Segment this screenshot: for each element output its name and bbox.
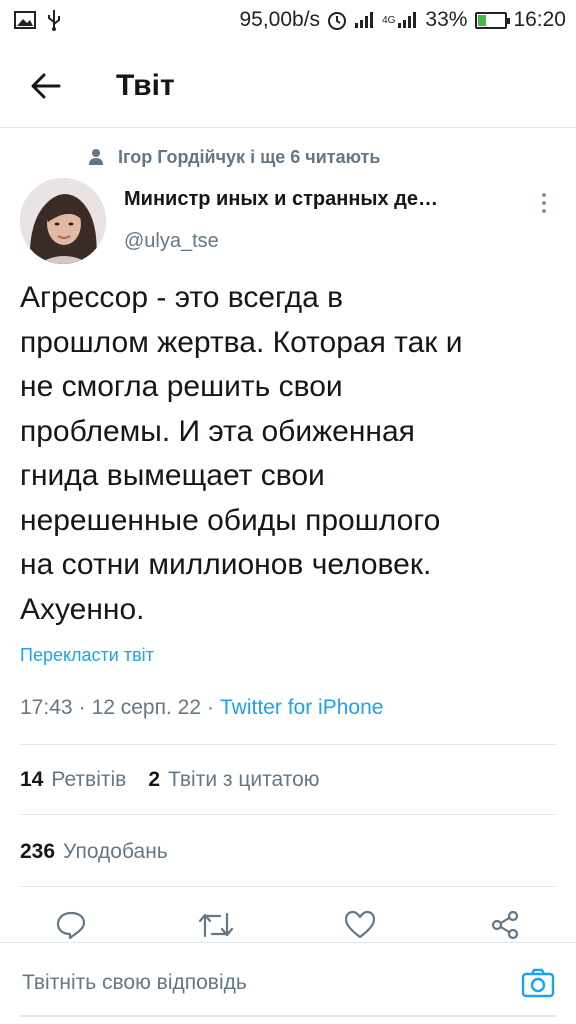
divider (20, 814, 556, 815)
engagement-stats: 14 Ретвітів 2 Твіти з цитатою (20, 768, 320, 792)
share-icon (491, 910, 519, 940)
divider (20, 886, 556, 887)
author-handle[interactable]: @ulya_tse (124, 230, 219, 253)
divider (20, 744, 556, 745)
battery-icon (475, 11, 511, 29)
network-type: 4G (382, 14, 396, 26)
battery-percent: 33% (425, 8, 468, 31)
app-header: Твіт (0, 44, 576, 128)
usb-icon (48, 10, 60, 31)
page-title: Твіт (116, 68, 175, 102)
tweet-source-link[interactable]: Twitter for iPhone (220, 696, 383, 720)
signal-icon (355, 12, 374, 28)
quotes-stat[interactable]: 2 Твіти з цитатою (148, 768, 319, 792)
alarm-icon (328, 12, 347, 30)
like-button[interactable] (340, 905, 380, 945)
network-speed: 95,00b/s (239, 8, 321, 31)
more-dot-icon (542, 193, 546, 197)
reply-button[interactable] (51, 905, 91, 945)
meta-separator: · (207, 696, 215, 719)
arrow-left-icon (31, 73, 61, 98)
tweet-date: 12 серп. 22 (91, 696, 202, 719)
camera-icon (521, 968, 555, 998)
reply-input[interactable]: Твітніть свою відповідь (22, 971, 247, 995)
retweets-count: 14 (20, 768, 44, 791)
person-icon (89, 149, 103, 165)
status-bar: 95,00b/s 4G 33% 16:20 (0, 0, 576, 40)
meta-separator: · (78, 696, 86, 719)
likes-label: Уподобань (63, 840, 168, 863)
avatar[interactable] (20, 178, 106, 264)
likes-stat[interactable]: 236 Уподобань (20, 840, 168, 864)
signal-icon-2 (398, 12, 417, 28)
image-notification-icon (14, 11, 36, 29)
clock: 16:20 (513, 8, 566, 31)
status-bar-left (14, 9, 62, 31)
reply-icon (56, 911, 86, 940)
tweet-text: Агрессор - это всегда в прошлом жертва. … (20, 281, 463, 626)
back-button[interactable] (16, 56, 76, 116)
retweet-icon (198, 912, 234, 938)
retweets-stat[interactable]: 14 Ретвітів (20, 768, 126, 792)
more-options-button[interactable] (530, 188, 558, 218)
tweet-time: 17:43 (20, 696, 73, 719)
quotes-label: Твіти з цитатою (168, 768, 320, 791)
translate-tweet-link[interactable]: Перекласти твіт (20, 645, 154, 666)
avatar-image (20, 178, 106, 264)
reply-underline (20, 1015, 556, 1017)
social-context-label: Ігор Гордійчук і ще 6 читають (118, 146, 381, 167)
more-dot-icon (542, 201, 546, 205)
reply-bar: Твітніть свою відповідь (0, 942, 576, 1024)
tweet-detail-screen: 95,00b/s 4G 33% 16:20 Твіт Ігор Гордійчу… (0, 0, 576, 1024)
heart-icon (344, 910, 376, 939)
status-bar-right: 95,00b/s 4G 33% 16:20 (239, 8, 566, 32)
tweet-meta: 17:43 · 12 серп. 22 · Twitter for iPhone (20, 696, 383, 720)
quotes-count: 2 (148, 768, 160, 791)
author-name[interactable]: Министр иных и странных де… (124, 188, 438, 211)
retweet-button[interactable] (196, 905, 236, 945)
retweets-label: Ретвітів (51, 768, 127, 791)
likes-count: 236 (20, 840, 56, 863)
social-context[interactable]: Ігор Гордійчук і ще 6 читають (88, 142, 380, 172)
more-dot-icon (542, 209, 546, 213)
likes-stats: 236 Уподобань (20, 840, 168, 864)
share-button[interactable] (485, 905, 525, 945)
camera-button[interactable] (518, 963, 558, 1003)
